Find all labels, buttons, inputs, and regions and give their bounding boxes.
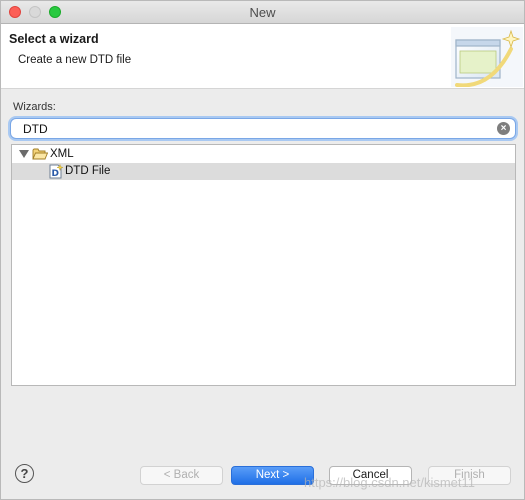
wizard-window: New Select a wizard Create a new DTD fil… (0, 0, 525, 500)
help-icon[interactable]: ? (15, 464, 34, 483)
wizards-label: Wizards: (13, 101, 56, 113)
wizard-filter-input[interactable]: DTD × (10, 118, 516, 139)
dtd-file-icon: D (49, 164, 63, 179)
tree-item-dtd-file[interactable]: D DTD File (12, 163, 515, 180)
filter-text[interactable]: DTD (23, 122, 48, 136)
watermark: https://blog.csdn.net/kismet11 (304, 475, 476, 490)
next-button[interactable]: Next > (231, 466, 314, 485)
clear-search-icon[interactable]: × (497, 122, 510, 135)
wizard-banner-icon (451, 27, 523, 87)
wizard-banner: Select a wizard Create a new DTD file (1, 24, 524, 89)
tree-item-label: DTD File (65, 165, 111, 177)
wizard-tree[interactable]: XML D DTD File (11, 144, 516, 386)
back-button[interactable]: < Back (140, 466, 223, 485)
banner-message: Create a new DTD file (18, 54, 132, 66)
tree-item-xml[interactable]: XML (12, 146, 515, 163)
title-bar[interactable]: New (1, 1, 524, 24)
expand-arrow-icon[interactable] (19, 150, 29, 158)
banner-title: Select a wizard (9, 32, 99, 46)
window-title: New (249, 5, 276, 20)
svg-text:D: D (52, 169, 59, 179)
tree-item-label: XML (50, 148, 74, 160)
folder-open-icon (32, 148, 48, 160)
